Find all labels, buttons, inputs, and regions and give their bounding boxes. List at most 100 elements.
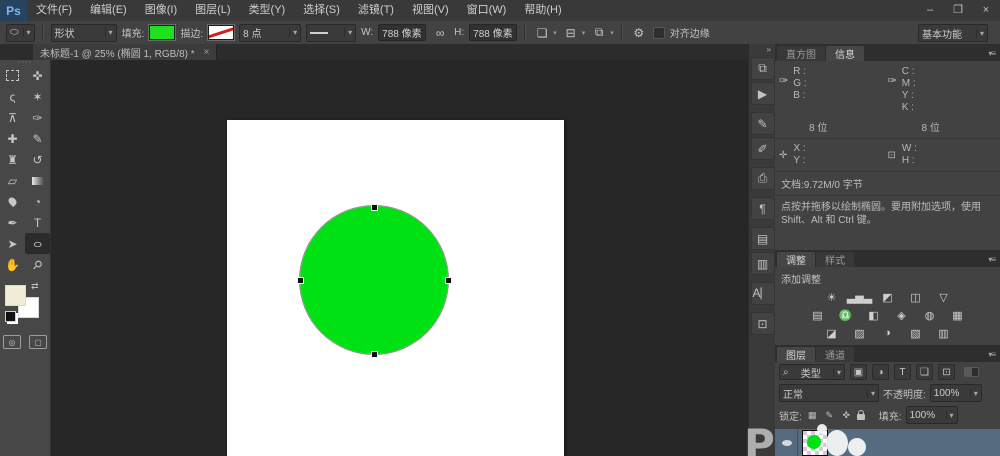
hue-saturation-icon[interactable]: ▤	[809, 308, 827, 322]
filter-pixel-layers-icon[interactable]: ▣	[850, 364, 867, 380]
paragraph-styles-panel-icon[interactable]: ▥	[751, 252, 775, 275]
layer-filter-toggle[interactable]	[964, 367, 979, 377]
menu-layer[interactable]: 图层(L)	[186, 0, 239, 21]
tool-mode-select[interactable]: 形状 ▾	[51, 24, 117, 42]
menu-filter[interactable]: 滤镜(T)	[349, 0, 403, 21]
gradient-map-icon[interactable]: ▧	[907, 326, 925, 340]
lasso-tool[interactable]: ς	[0, 86, 25, 107]
magic-wand-tool[interactable]: ✶	[25, 86, 50, 107]
color-balance-icon[interactable]: ♎	[837, 308, 855, 322]
threshold-icon[interactable]: ◑	[879, 326, 897, 340]
curves-icon[interactable]: ◩	[879, 290, 897, 304]
pen-tool[interactable]: ✒	[0, 212, 25, 233]
canvas-area[interactable]	[51, 60, 748, 456]
selective-color-icon[interactable]: ▥	[935, 326, 953, 340]
ellipse-tool[interactable]: ○	[25, 233, 50, 254]
tool-preset-picker[interactable]: ⬭ ▾	[6, 24, 35, 42]
menu-edit[interactable]: 编辑(E)	[81, 0, 136, 21]
panel-menu-icon[interactable]: ▾≡	[988, 255, 1000, 267]
foreground-color-swatch[interactable]	[5, 285, 26, 306]
tab-info[interactable]: 信息	[826, 46, 864, 61]
menu-select[interactable]: 选择(S)	[294, 0, 349, 21]
eraser-tool[interactable]: ▱	[0, 170, 25, 191]
lock-all-icon[interactable]	[857, 414, 865, 420]
actions-panel-icon[interactable]: ▶	[751, 82, 775, 105]
tab-layers[interactable]: 图层	[777, 347, 815, 362]
cmyk-bit-depth[interactable]: 8 位	[922, 119, 1000, 134]
ellipse-shape[interactable]	[300, 206, 448, 354]
path-selection-tool[interactable]: ➤	[0, 233, 25, 254]
tool-presets-panel-icon[interactable]: ⎙	[751, 167, 775, 190]
paragraph-panel-icon[interactable]: ¶	[751, 197, 775, 220]
history-brush-tool[interactable]: ↺	[25, 149, 50, 170]
eyedropper-tool[interactable]: ✑	[25, 107, 50, 128]
link-dimensions-icon[interactable]: ∞	[431, 24, 449, 42]
visibility-toggle[interactable]	[777, 429, 798, 456]
anchor-left[interactable]	[297, 277, 304, 284]
path-alignment-icon[interactable]: ⊟	[562, 24, 580, 42]
blur-tool[interactable]	[0, 191, 25, 212]
stroke-width-select[interactable]: 8 点 ▾	[239, 24, 301, 42]
workspace-switcher[interactable]: 基本功能 ▾	[918, 24, 988, 42]
photo-filter-icon[interactable]: ◈	[893, 308, 911, 322]
zoom-tool[interactable]: ⚲	[25, 254, 50, 275]
lock-image-pixels-icon[interactable]: ✎	[823, 409, 836, 422]
shape-width-input[interactable]: 788 像素	[378, 24, 426, 41]
menu-file[interactable]: 文件(F)	[27, 0, 81, 21]
filter-shape-layers-icon[interactable]: ❏	[916, 364, 933, 380]
path-arrangement-icon[interactable]: ⧉	[590, 24, 608, 42]
menu-view[interactable]: 视图(V)	[403, 0, 458, 21]
brush-presets-panel-icon[interactable]: ✐	[751, 137, 775, 160]
fill-opacity-select[interactable]: 100% ▾	[906, 406, 958, 424]
rgb-bit-depth[interactable]: 8 位	[809, 119, 888, 134]
layer-row-ellipse-1[interactable]	[775, 429, 1000, 456]
quick-mask-button[interactable]: ◎	[3, 335, 21, 349]
black-white-icon[interactable]: ◧	[865, 308, 883, 322]
anchor-top[interactable]	[371, 204, 378, 211]
panel-menu-icon[interactable]: ▾≡	[988, 350, 1000, 362]
document-canvas[interactable]	[227, 120, 564, 456]
clone-stamp-tool[interactable]: ♜	[0, 149, 25, 170]
rectangular-marquee-tool[interactable]	[0, 65, 25, 86]
close-tab-icon[interactable]: ×	[204, 47, 210, 58]
tab-channels[interactable]: 通道	[816, 347, 854, 362]
filter-type-layers-icon[interactable]: T	[894, 364, 911, 380]
brightness-contrast-icon[interactable]: ☀	[823, 290, 841, 304]
brush-tool[interactable]: ✎	[25, 128, 50, 149]
crop-tool[interactable]: ⊼	[0, 107, 25, 128]
restore-button[interactable]: ❐	[944, 0, 972, 21]
vibrance-icon[interactable]: ▽	[935, 290, 953, 304]
hand-tool[interactable]: ✋	[0, 254, 25, 275]
close-button[interactable]: ×	[972, 0, 1000, 21]
shape-height-input[interactable]: 788 像素	[469, 24, 517, 41]
dodge-tool[interactable]: ◔	[25, 191, 50, 212]
fill-color-swatch[interactable]	[149, 25, 175, 40]
invert-icon[interactable]: ◪	[823, 326, 841, 340]
menu-image[interactable]: 图像(I)	[136, 0, 186, 21]
blend-mode-select[interactable]: 正常 ▾	[779, 384, 879, 402]
swap-colors-icon[interactable]: ⇄	[31, 281, 39, 292]
healing-brush-tool[interactable]: ✚	[0, 128, 25, 149]
gradient-tool[interactable]	[25, 170, 50, 191]
opacity-select[interactable]: 100% ▾	[930, 384, 982, 402]
move-tool[interactable]: ✜	[25, 65, 50, 86]
channel-mixer-icon[interactable]: ◍	[921, 308, 939, 322]
align-edges-checkbox[interactable]	[653, 27, 665, 39]
path-operations-icon[interactable]: ❏	[533, 24, 551, 42]
screen-mode-button[interactable]: ▢	[29, 335, 47, 349]
document-tab[interactable]: 未标题-1 @ 25% (椭圆 1, RGB/8) * ×	[33, 44, 217, 60]
gear-icon[interactable]: ⚙	[630, 24, 648, 42]
stroke-color-swatch[interactable]	[208, 25, 234, 40]
character-styles-panel-icon[interactable]: A⎸	[751, 282, 775, 305]
minimize-button[interactable]: –	[916, 0, 944, 21]
panel-menu-icon[interactable]: ▾≡	[988, 49, 1000, 61]
menu-type[interactable]: 类型(Y)	[240, 0, 295, 21]
color-lookup-icon[interactable]: ▦	[949, 308, 967, 322]
menu-help[interactable]: 帮助(H)	[515, 0, 570, 21]
brush-panel-icon[interactable]: ✎	[751, 112, 775, 135]
levels-icon[interactable]: ▃▅▃	[851, 290, 869, 304]
tab-styles[interactable]: 样式	[816, 252, 854, 267]
tab-adjustments[interactable]: 调整	[777, 252, 815, 267]
anchor-bottom[interactable]	[371, 351, 378, 358]
menu-window[interactable]: 窗口(W)	[458, 0, 516, 21]
